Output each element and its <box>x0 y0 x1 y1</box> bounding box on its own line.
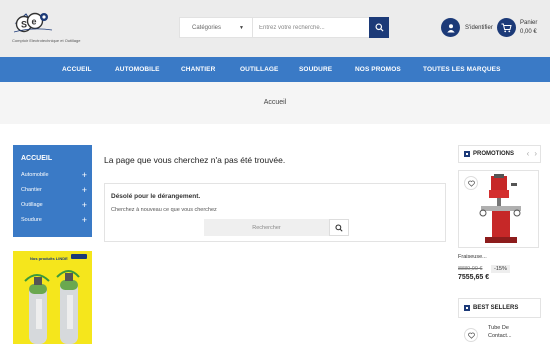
plus-icon[interactable]: + <box>82 201 87 210</box>
cart-icon <box>497 18 516 37</box>
logo-tagline: Comptoir Electrotechnique et Outillage <box>12 38 81 43</box>
bestseller-item[interactable]: Tube De Contact... <box>458 324 541 344</box>
sidebar-item-label: Chantier <box>21 187 42 193</box>
search-button[interactable] <box>369 17 389 38</box>
sidebar-item-label: Outillage <box>21 202 43 208</box>
account-label: S'identifier <box>465 24 493 31</box>
promotions-title: PROMOTIONS <box>473 151 515 157</box>
category-select[interactable]: Catégories ▼ <box>180 18 253 37</box>
banner-headline: Nos produits LINDE <box>30 256 68 261</box>
header-search: Catégories ▼ <box>179 17 389 38</box>
user-icon <box>441 18 460 37</box>
square-bullet-icon <box>464 151 470 157</box>
chevron-left-icon[interactable]: ‹ <box>527 149 530 158</box>
wishlist-button[interactable] <box>464 176 478 190</box>
promotions-header: PROMOTIONS ‹ › <box>458 145 541 163</box>
nav-item-toutes-les-marques[interactable]: TOUTES LES MARQUES <box>423 57 501 82</box>
breadcrumb-current[interactable]: Accueil <box>0 99 550 106</box>
svg-text:S: S <box>21 20 27 30</box>
category-select-label: Catégories <box>192 24 222 31</box>
nav-item-accueil[interactable]: ACCUEIL <box>62 57 92 82</box>
search-input[interactable] <box>253 18 369 37</box>
promo-old-price: 8889,00 € <box>458 266 483 272</box>
nav-item-outillage[interactable]: OUTILLAGE <box>240 57 278 82</box>
page-search <box>204 219 349 236</box>
breadcrumb: Accueil <box>0 82 550 124</box>
sidebar-item-label: Automobile <box>21 172 49 178</box>
page-title: La page que vous cherchez n'a pas été tr… <box>104 155 286 165</box>
sidebar-item-automobile[interactable]: Automobile + <box>21 171 87 180</box>
wishlist-button[interactable] <box>464 328 478 342</box>
cart-total: 0,00 € <box>520 29 537 35</box>
nav-item-chantier[interactable]: CHANTIER <box>181 57 215 82</box>
main-nav: ACCUEIL AUTOMOBILE CHANTIER OUTILLAGE SO… <box>0 57 550 82</box>
bestsellers-title: BEST SELLERS <box>473 305 519 311</box>
caret-down-icon: ▼ <box>239 24 244 31</box>
promo-discount-badge: -15% <box>491 265 510 273</box>
search-icon <box>335 223 343 232</box>
nav-item-nos-promos[interactable]: NOS PROMOS <box>355 57 401 82</box>
page-search-input[interactable] <box>204 219 329 236</box>
category-sidebar: ACCUEIL Automobile + Chantier + Outillag… <box>13 145 92 237</box>
heart-icon <box>467 332 475 339</box>
bestsellers-header: BEST SELLERS <box>458 298 541 318</box>
chevron-right-icon[interactable]: › <box>534 149 537 158</box>
svg-text:e: e <box>32 17 37 27</box>
page-search-button[interactable] <box>329 219 349 236</box>
square-bullet-icon <box>464 305 470 311</box>
heart-icon <box>467 180 475 187</box>
cart-link[interactable]: Panier 0,00 € <box>497 18 537 37</box>
sidebar-item-soudure[interactable]: Soudure + <box>21 216 87 225</box>
logo-icon: S e <box>13 12 53 33</box>
plus-icon[interactable]: + <box>82 216 87 225</box>
cart-label: Panier <box>520 20 538 26</box>
promo-product-name[interactable]: Fraiseuse... <box>458 254 487 260</box>
gas-bottles-image: Nos produits LINDE <box>13 251 92 344</box>
not-found-panel: Désolé pour le dérangement. Cherchez à n… <box>104 183 446 242</box>
search-icon <box>374 23 384 32</box>
linde-promo-banner[interactable]: Nos produits LINDE <box>13 251 92 344</box>
nav-item-soudure[interactable]: SOUDURE <box>299 57 332 82</box>
bestseller-name-line1: Tube De <box>488 325 509 331</box>
nav-item-automobile[interactable]: AUTOMOBILE <box>115 57 160 82</box>
plus-icon[interactable]: + <box>82 171 87 180</box>
sidebar-title[interactable]: ACCUEIL <box>21 155 52 162</box>
promo-price: 7555,65 € <box>458 274 490 281</box>
account-link[interactable]: S'identifier <box>441 18 493 37</box>
plus-icon[interactable]: + <box>82 186 87 195</box>
bestseller-name-line2: Contact... <box>488 333 512 339</box>
top-header: S e Comptoir Electrotechnique et Outilla… <box>0 0 550 57</box>
promo-product-card[interactable] <box>458 170 539 248</box>
sidebar-item-chantier[interactable]: Chantier + <box>21 186 87 195</box>
sorry-heading: Désolé pour le dérangement. <box>111 193 201 200</box>
site-logo[interactable]: S e Comptoir Electrotechnique et Outilla… <box>12 12 80 46</box>
sidebar-item-outillage[interactable]: Outillage + <box>21 201 87 210</box>
sidebar-item-label: Soudure <box>21 217 42 223</box>
retry-text: Cherchez à nouveau ce que vous cherchez <box>111 207 217 213</box>
